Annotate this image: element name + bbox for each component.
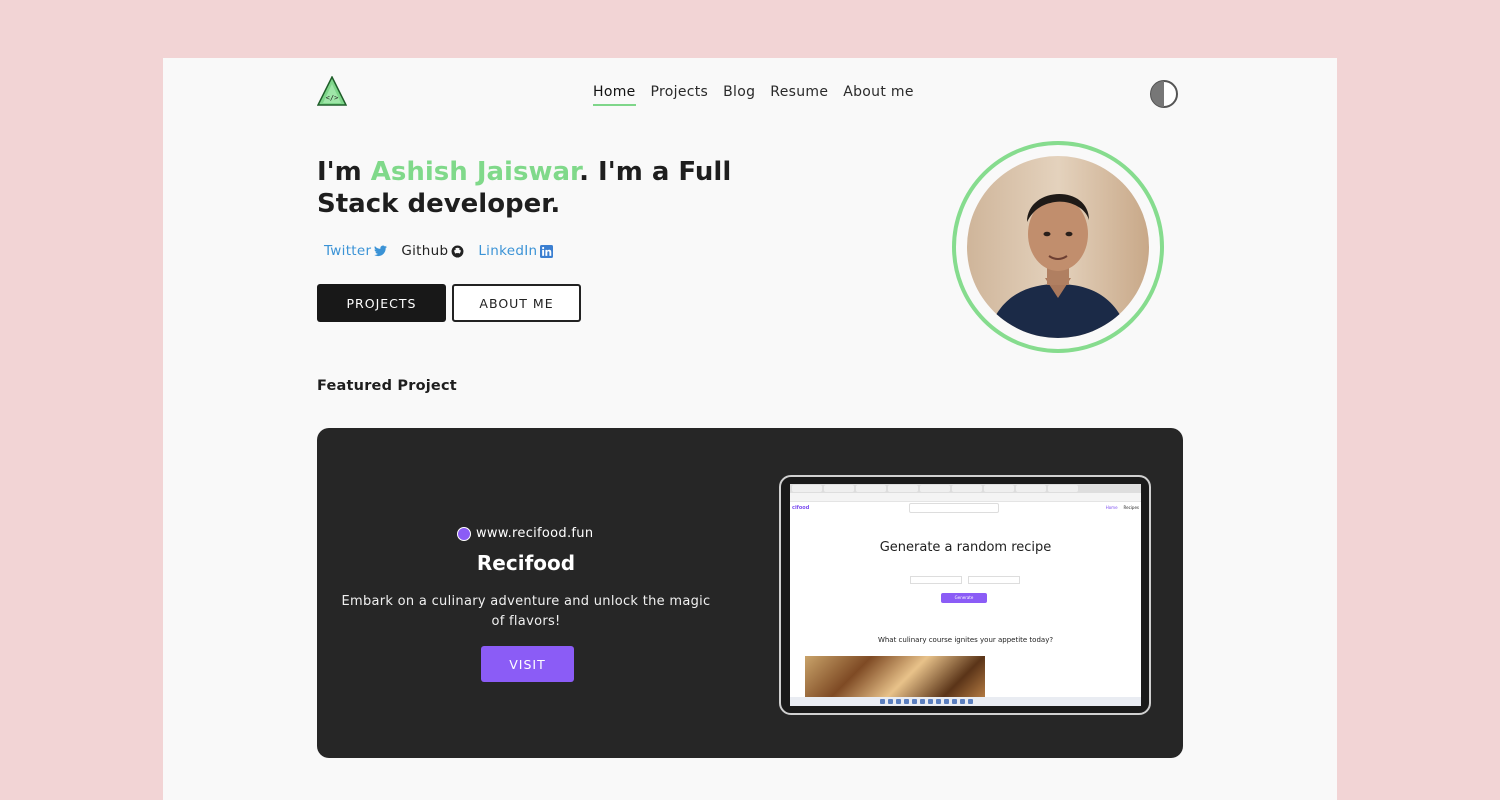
screenshot-select-meal [910,576,962,584]
screenshot-search [909,503,999,513]
visit-button[interactable]: VISIT [481,646,574,682]
portfolio-page: </> Home Projects Blog Resume About me I… [163,58,1337,800]
avatar [967,156,1149,338]
nav-blog[interactable]: Blog [723,84,755,106]
project-name: Recifood [476,551,576,575]
browser-url-bar [790,493,1141,502]
github-link[interactable]: Github [401,243,464,259]
project-url[interactable]: www.recifood.fun [457,526,595,541]
screenshot-logo: cifood [792,505,810,511]
main-nav: Home Projects Blog Resume About me [593,84,914,106]
featured-project-card: www.recifood.fun Recifood Embark on a cu… [317,428,1183,758]
about-me-button[interactable]: ABOUT ME [452,284,581,322]
github-label: Github [401,243,449,259]
svg-text:</>: </> [326,94,339,102]
screenshot-select-diet [968,576,1020,584]
github-icon [451,245,464,257]
linkedin-label: LinkedIn [478,243,538,259]
project-description: Embark on a culinary adventure and unloc… [341,594,711,629]
linkedin-icon [540,244,554,258]
screenshot-generate-button: Generate [941,593,987,603]
nav-resume[interactable]: Resume [770,84,828,106]
screenshot-food-image [805,656,985,700]
theme-toggle-icon[interactable] [1149,79,1179,109]
screenshot-links: Home Recipes [1105,505,1139,510]
tablet-screen: cifood Home Recipes Generate a random rec… [790,484,1141,706]
nav-projects[interactable]: Projects [651,84,709,106]
screenshot-question: What culinary course ignites your appeti… [877,636,1054,644]
screenshot-nav: cifood Home Recipes [792,503,1141,513]
screenshot-taskbar [790,697,1141,706]
site-logo[interactable]: </> [317,76,347,106]
nav-about-me[interactable]: About me [843,84,914,106]
linkedin-link[interactable]: LinkedIn [478,243,554,259]
avatar-frame [952,141,1164,353]
hero-title: I'm Ashish Jaiswar. I'm a Full Stack dev… [317,156,787,220]
nav-home[interactable]: Home [593,84,636,106]
featured-project-heading: Featured Project [317,378,457,394]
screenshot-heading: Generate a random recipe [879,540,1052,555]
recifood-logo-icon [457,526,471,541]
project-url-label: www.recifood.fun [476,526,594,541]
twitter-icon [374,245,388,257]
twitter-label: Twitter [324,243,372,259]
twitter-link[interactable]: Twitter [324,243,388,259]
hero-name: Ashish Jaiswar [370,157,580,187]
projects-button[interactable]: PROJECTS [317,284,446,322]
hero-title-prefix: I'm [317,157,371,187]
social-links: Twitter Github LinkedIn [324,243,554,259]
browser-tab-bar [790,484,1141,493]
project-screenshot: cifood Home Recipes Generate a random rec… [779,475,1151,715]
